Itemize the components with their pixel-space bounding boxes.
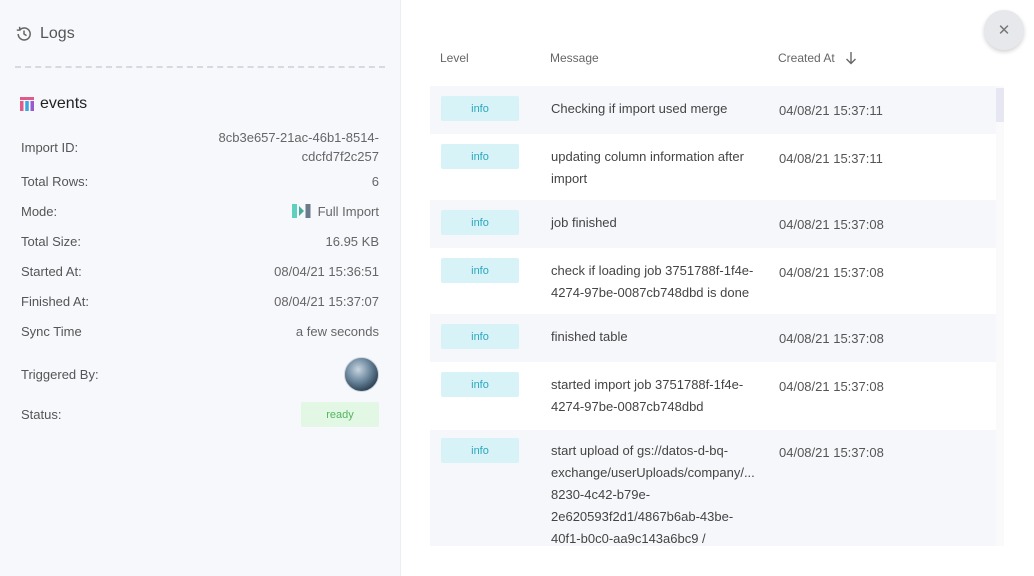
created-at: 04/08/21 15:37:08 — [779, 265, 884, 280]
entity-header: events — [20, 95, 87, 113]
detail-label: Triggered By: — [21, 366, 99, 382]
log-message: check if loading job 3751788f-1f4e- 4274… — [551, 263, 754, 300]
created-at: 04/08/21 15:37:08 — [779, 331, 884, 346]
detail-value: 16.95 KB — [325, 233, 380, 249]
log-message: Checking if import used merge — [551, 101, 728, 116]
arrow-down-icon[interactable] — [845, 50, 857, 66]
table-row: info job finished 04/08/21 15:37:08 — [430, 200, 996, 248]
log-message: finished table — [551, 329, 628, 344]
detail-label: Mode: — [21, 203, 58, 219]
level-badge: info — [441, 438, 519, 463]
created-at: 04/08/21 15:37:08 — [779, 379, 884, 394]
level-badge: info — [441, 258, 519, 283]
created-at: 04/08/21 15:37:08 — [779, 445, 884, 460]
detail-value: 08/04/21 15:36:51 — [274, 263, 379, 279]
detail-triggered-by: Triggered By: — [21, 356, 379, 392]
detail-label: Import ID: — [21, 139, 79, 155]
import-details-panel: Logs events Import ID: 8cb3e657-21ac-46b… — [0, 0, 401, 576]
entity-name: events — [40, 95, 88, 112]
detail-sync-time: Sync Time a few seconds — [21, 321, 379, 341]
mode-value: Full Import — [291, 204, 379, 219]
level-badge: info — [441, 372, 519, 397]
detail-total-rows: Total Rows: 6 — [21, 171, 379, 191]
avatar[interactable] — [344, 356, 379, 392]
detail-value: a few seconds — [295, 323, 379, 339]
column-header-created-at[interactable]: Created At — [778, 51, 835, 65]
scrollbar-thumb[interactable] — [996, 88, 1004, 122]
full-import-icon — [291, 204, 311, 218]
table-icon — [20, 97, 34, 111]
level-badge: info — [441, 144, 519, 169]
created-at: 04/08/21 15:37:11 — [779, 103, 883, 118]
status-badge: ready — [301, 402, 379, 427]
table-row: info Checking if import used merge 04/08… — [430, 86, 996, 134]
column-header-level[interactable]: Level — [440, 51, 469, 65]
table-row: info finished table 04/08/21 15:37:08 — [430, 314, 996, 362]
level-badge: info — [441, 210, 519, 235]
detail-total-size: Total Size: 16.95 KB — [21, 231, 379, 251]
detail-value: 08/04/21 15:37:07 — [274, 293, 379, 309]
created-at: 04/08/21 15:37:08 — [779, 217, 884, 232]
detail-status: Status: ready — [21, 402, 379, 427]
detail-label: Finished At: — [21, 293, 89, 309]
table-row: info updating column information after i… — [430, 134, 996, 200]
table-row: info started import job 3751788f-1f4e- 4… — [430, 362, 996, 430]
detail-label: Started At: — [21, 263, 82, 279]
table-row: info start upload of gs://datos-d-bq- ex… — [430, 430, 996, 546]
detail-label: Status: — [21, 407, 62, 422]
detail-started-at: Started At: 08/04/21 15:36:51 — [21, 261, 379, 281]
level-badge: info — [441, 324, 519, 349]
log-message: started import job 3751788f-1f4e- 4274-9… — [551, 377, 744, 414]
log-message: start upload of gs://datos-d-bq- exchang… — [551, 443, 755, 546]
detail-import-id: Import ID: 8cb3e657-21ac-46b1-8514- cdcf… — [21, 128, 379, 166]
import-id-value: 8cb3e657-21ac-46b1-8514- cdcfd7f2c257 — [218, 130, 379, 164]
detail-label: Total Size: — [21, 233, 81, 249]
detail-mode: Mode: Full Import — [21, 201, 379, 221]
detail-label: Total Rows: — [21, 173, 89, 189]
logs-header: Logs — [15, 25, 75, 43]
detail-finished-at: Finished At: 08/04/21 15:37:07 — [21, 291, 379, 311]
log-message: updating column information after import — [551, 149, 744, 186]
level-badge: info — [441, 96, 519, 121]
logs-title: Logs — [40, 25, 75, 42]
history-icon — [16, 26, 31, 41]
close-button[interactable]: ✕ — [984, 10, 1024, 50]
column-header-message[interactable]: Message — [550, 51, 599, 65]
divider — [15, 66, 385, 68]
log-message: job finished — [551, 215, 617, 230]
scrollbar-track[interactable] — [996, 86, 1004, 546]
detail-value: 6 — [371, 173, 379, 189]
table-row: info check if loading job 3751788f-1f4e-… — [430, 248, 996, 314]
detail-label: Sync Time — [21, 323, 82, 339]
logs-table[interactable]: info Checking if import used merge 04/08… — [430, 86, 1004, 546]
close-icon: ✕ — [997, 22, 1011, 39]
created-at: 04/08/21 15:37:11 — [779, 151, 883, 166]
